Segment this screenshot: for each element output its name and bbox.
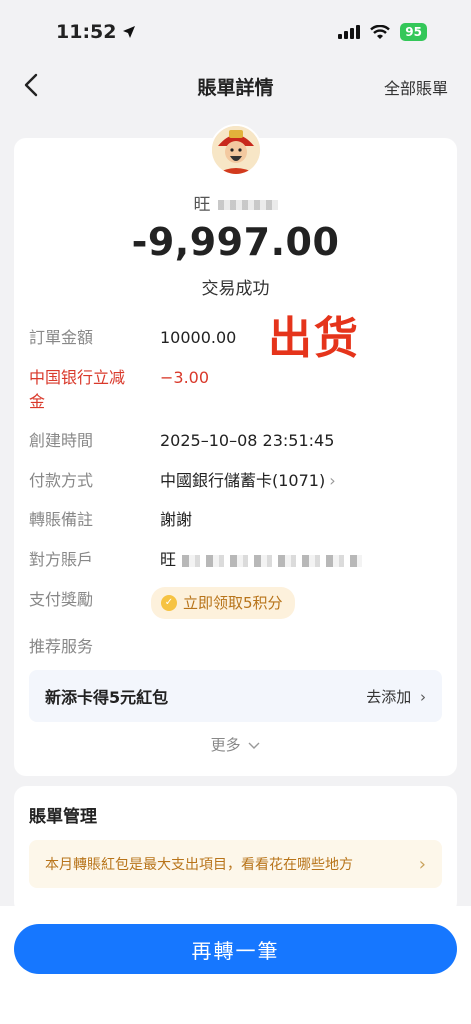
merchant-name-text: 旺 xyxy=(193,195,212,215)
add-card-action-label: 去添加 xyxy=(366,687,412,706)
counterparty-text: 旺 xyxy=(160,550,177,569)
merchant-avatar-icon xyxy=(212,126,260,174)
status-indicators: 95 xyxy=(338,23,427,41)
claim-points-button[interactable]: ✓ 立即领取5积分 xyxy=(151,587,295,619)
chevron-right-icon: › xyxy=(420,687,426,706)
chevron-right-icon: › xyxy=(418,853,426,875)
detail-label: 訂單金額 xyxy=(29,328,94,347)
detail-label: 對方賬戶 xyxy=(29,550,94,569)
all-bills-link[interactable]: 全部賬單 xyxy=(384,75,448,99)
page-title: 賬單詳情 xyxy=(197,76,274,99)
add-card-banner[interactable]: 新添卡得5元紅包 去添加 › xyxy=(29,670,442,722)
detail-label: 創建時間 xyxy=(29,431,94,450)
nav-bar: 賬單詳情 全部賬單 xyxy=(0,64,471,108)
location-arrow-icon xyxy=(123,26,136,38)
detail-label: 中国银行立减金 xyxy=(29,368,126,411)
detail-value: 10000.00 xyxy=(160,328,237,347)
merchant-name: 旺 xyxy=(14,190,457,215)
detail-label: 轉賬備註 xyxy=(29,510,94,529)
add-card-action[interactable]: 去添加 › xyxy=(366,686,426,707)
bill-management-card: 賬單管理 本月轉賬紅包是最大支出項目，看看花在哪些地方 › xyxy=(14,786,457,914)
add-card-text: 新添卡得5元紅包 xyxy=(45,688,169,707)
transaction-amount: -9,997.00 xyxy=(131,220,340,264)
bill-detail-card: 旺 -9,997.00 交易成功 出货 訂單金額 10000.00 中国银行立减… xyxy=(14,124,457,776)
wifi-icon xyxy=(370,24,391,39)
more-label: 更多 xyxy=(210,736,241,754)
status-time: 11:52 xyxy=(56,21,136,43)
spending-insight-text: 本月轉賬紅包是最大支出項目，看看花在哪些地方 xyxy=(45,857,353,873)
redacted-account xyxy=(182,554,363,567)
detail-value: 中國銀行儲蓄卡(1071) › xyxy=(160,469,336,493)
chevron-right-icon: › xyxy=(329,471,336,490)
detail-value: 2025–10–08 23:51:45 xyxy=(160,431,335,450)
avatar[interactable] xyxy=(210,124,262,176)
bottom-action-bar: 再轉一筆 xyxy=(0,906,471,1024)
detail-value: 旺 xyxy=(160,548,363,572)
clock-text: 11:52 xyxy=(56,21,117,43)
chevron-down-icon xyxy=(248,742,260,749)
detail-label: 支付獎勵 xyxy=(29,590,94,609)
signal-icon xyxy=(338,25,361,39)
bill-management-title: 賬單管理 xyxy=(29,807,97,827)
coin-icon: ✓ xyxy=(161,595,177,611)
status-bar: 11:52 95 xyxy=(0,0,471,64)
detail-value: −3.00 xyxy=(160,368,210,387)
detail-value: ✓ 立即领取5积分 xyxy=(151,587,295,619)
transfer-again-button[interactable]: 再轉一筆 xyxy=(14,924,457,974)
redacted-name xyxy=(217,200,278,210)
recommend-label: 推荐服务 xyxy=(29,637,94,656)
spending-insight-banner[interactable]: 本月轉賬紅包是最大支出項目，看看花在哪些地方 › xyxy=(29,840,442,888)
stamp-overlay: 出货 xyxy=(268,313,360,364)
battery-icon: 95 xyxy=(400,23,427,41)
transaction-status: 交易成功 xyxy=(201,279,270,299)
claim-points-label: 立即领取5积分 xyxy=(183,594,283,612)
detail-label: 付款方式 xyxy=(29,471,94,490)
payment-method-text: 中國銀行儲蓄卡(1071) xyxy=(160,471,326,490)
detail-value: 謝謝 xyxy=(160,510,193,529)
more-button[interactable]: 更多 xyxy=(14,734,457,755)
back-arrow-icon[interactable] xyxy=(18,70,48,100)
